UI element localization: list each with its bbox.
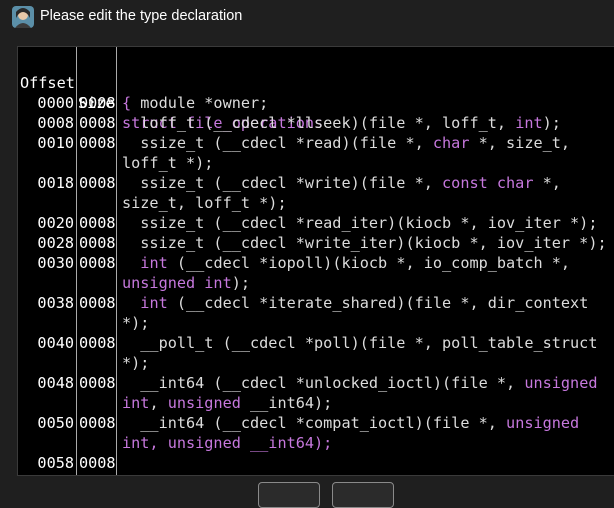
keyword-token: int bbox=[122, 394, 150, 412]
declaration-line: ssize_t (__cdecl *write_iter)(kiocb *, i… bbox=[122, 233, 607, 253]
size-column-divider bbox=[116, 47, 117, 475]
size-cell: 0008 bbox=[79, 374, 116, 392]
size-cell: 0008 bbox=[79, 254, 116, 272]
code-token: __poll_t (__cdecl *poll)(file *, poll_ta… bbox=[122, 334, 598, 352]
keyword-token: int bbox=[515, 114, 543, 132]
keyword-token: unsigned bbox=[524, 374, 598, 392]
offset-column-divider bbox=[76, 47, 77, 475]
keyword-token: int bbox=[140, 254, 168, 272]
type-declaration-editor[interactable]: Offset Size struct file_operations { 000… bbox=[17, 46, 614, 476]
code-token: module *owner; bbox=[122, 94, 269, 112]
app-avatar-icon bbox=[12, 6, 34, 28]
size-cell: 0008 bbox=[79, 414, 116, 432]
declaration-line: __int64 (__cdecl *compat_ioctl)(file *, … bbox=[122, 413, 579, 433]
declaration-line: ssize_t (__cdecl *read)(file *, char *, … bbox=[122, 133, 570, 153]
ok-button[interactable] bbox=[258, 482, 320, 508]
declaration-line: loff_t *); bbox=[122, 153, 213, 173]
header-row: Offset Size struct file_operations bbox=[18, 53, 614, 132]
code-token: ssize_t (__cdecl *read)(file *, bbox=[122, 134, 433, 152]
keyword-token: int bbox=[140, 294, 168, 312]
size-cell: 0008 bbox=[79, 114, 116, 132]
code-token: loff_t *); bbox=[122, 154, 214, 172]
code-token: ssize_t (__cdecl *write)(file *, bbox=[122, 174, 443, 192]
offset-cell: 0020 bbox=[37, 214, 74, 232]
offset-cell: 0030 bbox=[37, 254, 74, 272]
cancel-button[interactable] bbox=[332, 482, 394, 508]
code-token: , bbox=[149, 394, 168, 412]
declaration-line: int, unsigned __int64); bbox=[122, 433, 332, 453]
brace-row: { bbox=[18, 73, 614, 112]
declaration-line: __int64 (__cdecl *unlocked_ioctl)(file *… bbox=[122, 373, 597, 393]
offset-cell: 0058 bbox=[37, 454, 74, 472]
size-cell: 0008 bbox=[79, 134, 116, 152]
code-token: *); bbox=[122, 314, 150, 332]
code-token: ); bbox=[231, 274, 251, 292]
size-cell: 0008 bbox=[79, 94, 116, 112]
size-cell: 0008 bbox=[79, 234, 116, 252]
offset-cell: 0038 bbox=[37, 294, 74, 312]
code-token: ssize_t (__cdecl *write_iter)(kiocb *, i… bbox=[122, 234, 607, 252]
offset-cell: 0048 bbox=[37, 374, 74, 392]
keyword-token: unsigned bbox=[167, 394, 241, 412]
code-token: __int64 (__cdecl *unlocked_ioctl)(file *… bbox=[122, 374, 525, 392]
declaration-line: unsigned int); bbox=[122, 273, 250, 293]
declaration-line: size_t, loff_t *); bbox=[122, 193, 287, 213]
code-token: (__cdecl *iterate_shared)(file *, dir_co… bbox=[167, 294, 589, 312]
declaration-line: int, unsigned __int64); bbox=[122, 393, 332, 413]
code-token: loff_t (__cdecl *llseek)(file *, loff_t, bbox=[122, 114, 516, 132]
code-token: size_t, loff_t *); bbox=[122, 194, 287, 212]
declaration-line: int (__cdecl *iopoll)(kiocb *, io_comp_b… bbox=[122, 253, 570, 273]
declaration-line: ssize_t (__cdecl *read_iter)(kiocb *, io… bbox=[122, 213, 597, 233]
code-token: (__cdecl *iopoll)(kiocb *, io_comp_batch… bbox=[167, 254, 571, 272]
code-token: *, size_t, bbox=[469, 134, 571, 152]
declaration-line: loff_t (__cdecl *llseek)(file *, loff_t,… bbox=[122, 113, 561, 133]
keyword-token: unsigned int bbox=[122, 274, 232, 292]
declaration-line: __poll_t (__cdecl *poll)(file *, poll_ta… bbox=[122, 333, 597, 353]
code-token: *); bbox=[122, 354, 150, 372]
code-token: ssize_t (__cdecl *read_iter)(kiocb *, io… bbox=[122, 214, 598, 232]
code-token: __int64); bbox=[240, 394, 333, 412]
offset-cell: 0018 bbox=[37, 174, 74, 192]
offset-cell: 0010 bbox=[37, 134, 74, 152]
declaration-line: ssize_t (__cdecl *write)(file *, const c… bbox=[122, 173, 561, 193]
size-cell: 0008 bbox=[79, 294, 116, 312]
offset-cell: 0040 bbox=[37, 334, 74, 352]
keyword-token: unsigned bbox=[506, 414, 580, 432]
code-token: *, bbox=[533, 174, 561, 192]
declaration-line: *); bbox=[122, 353, 149, 373]
keyword-token: int, unsigned __int64); bbox=[122, 434, 333, 452]
window-title: Please edit the type declaration bbox=[40, 8, 243, 24]
declaration-line: module *owner; bbox=[122, 93, 268, 113]
offset-cell: 0050 bbox=[37, 414, 74, 432]
offset-cell: 0028 bbox=[37, 234, 74, 252]
offset-cell: 0008 bbox=[37, 114, 74, 132]
size-cell: 0008 bbox=[79, 334, 116, 352]
declaration-line: *); bbox=[122, 313, 149, 333]
keyword-token: char bbox=[432, 134, 470, 152]
keyword-token: const char bbox=[442, 174, 534, 192]
declaration-line: int (__cdecl *iterate_shared)(file *, di… bbox=[122, 293, 588, 313]
code-token: __int64 (__cdecl *compat_ioctl)(file *, bbox=[122, 414, 507, 432]
size-cell: 0008 bbox=[79, 214, 116, 232]
size-cell: 0008 bbox=[79, 174, 116, 192]
code-token: ); bbox=[542, 114, 561, 132]
title-bar: Please edit the type declaration bbox=[0, 0, 614, 34]
size-cell: 0008 bbox=[79, 454, 116, 472]
offset-cell: 0000 bbox=[37, 94, 74, 112]
